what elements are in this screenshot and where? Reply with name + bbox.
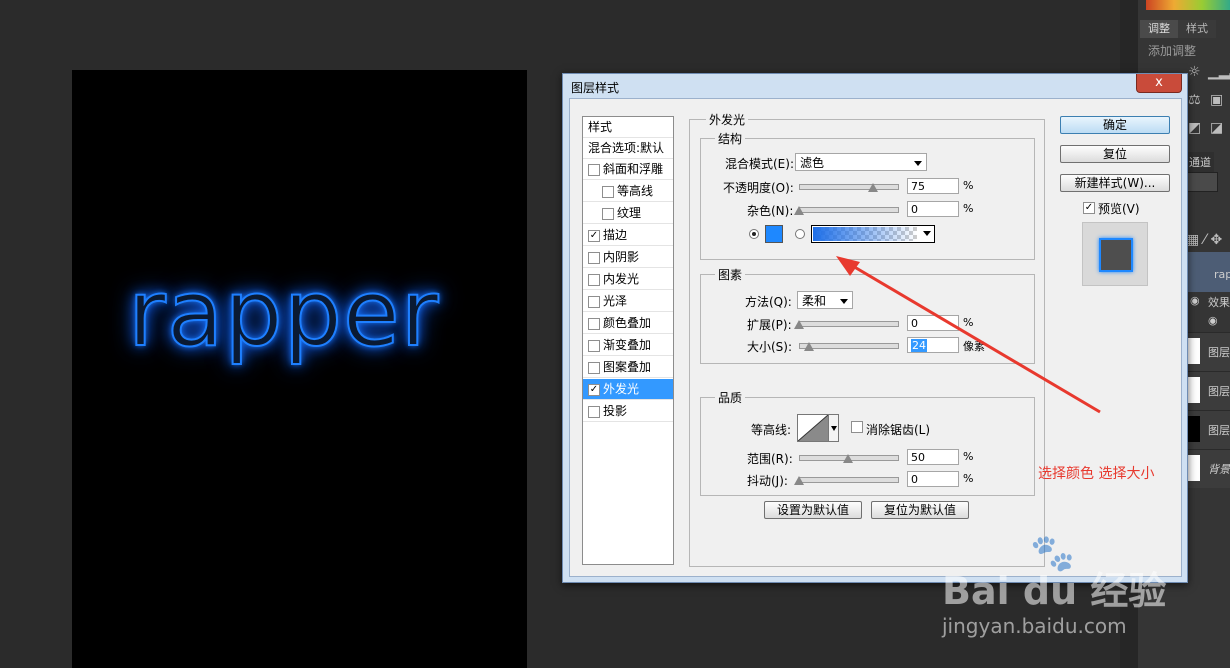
annotation-text: 选择颜色 选择大小 bbox=[1038, 466, 1155, 482]
watermark-logo: Bai du 经验 bbox=[942, 569, 1167, 613]
watermark-url: jingyan.baidu.com bbox=[942, 614, 1127, 638]
